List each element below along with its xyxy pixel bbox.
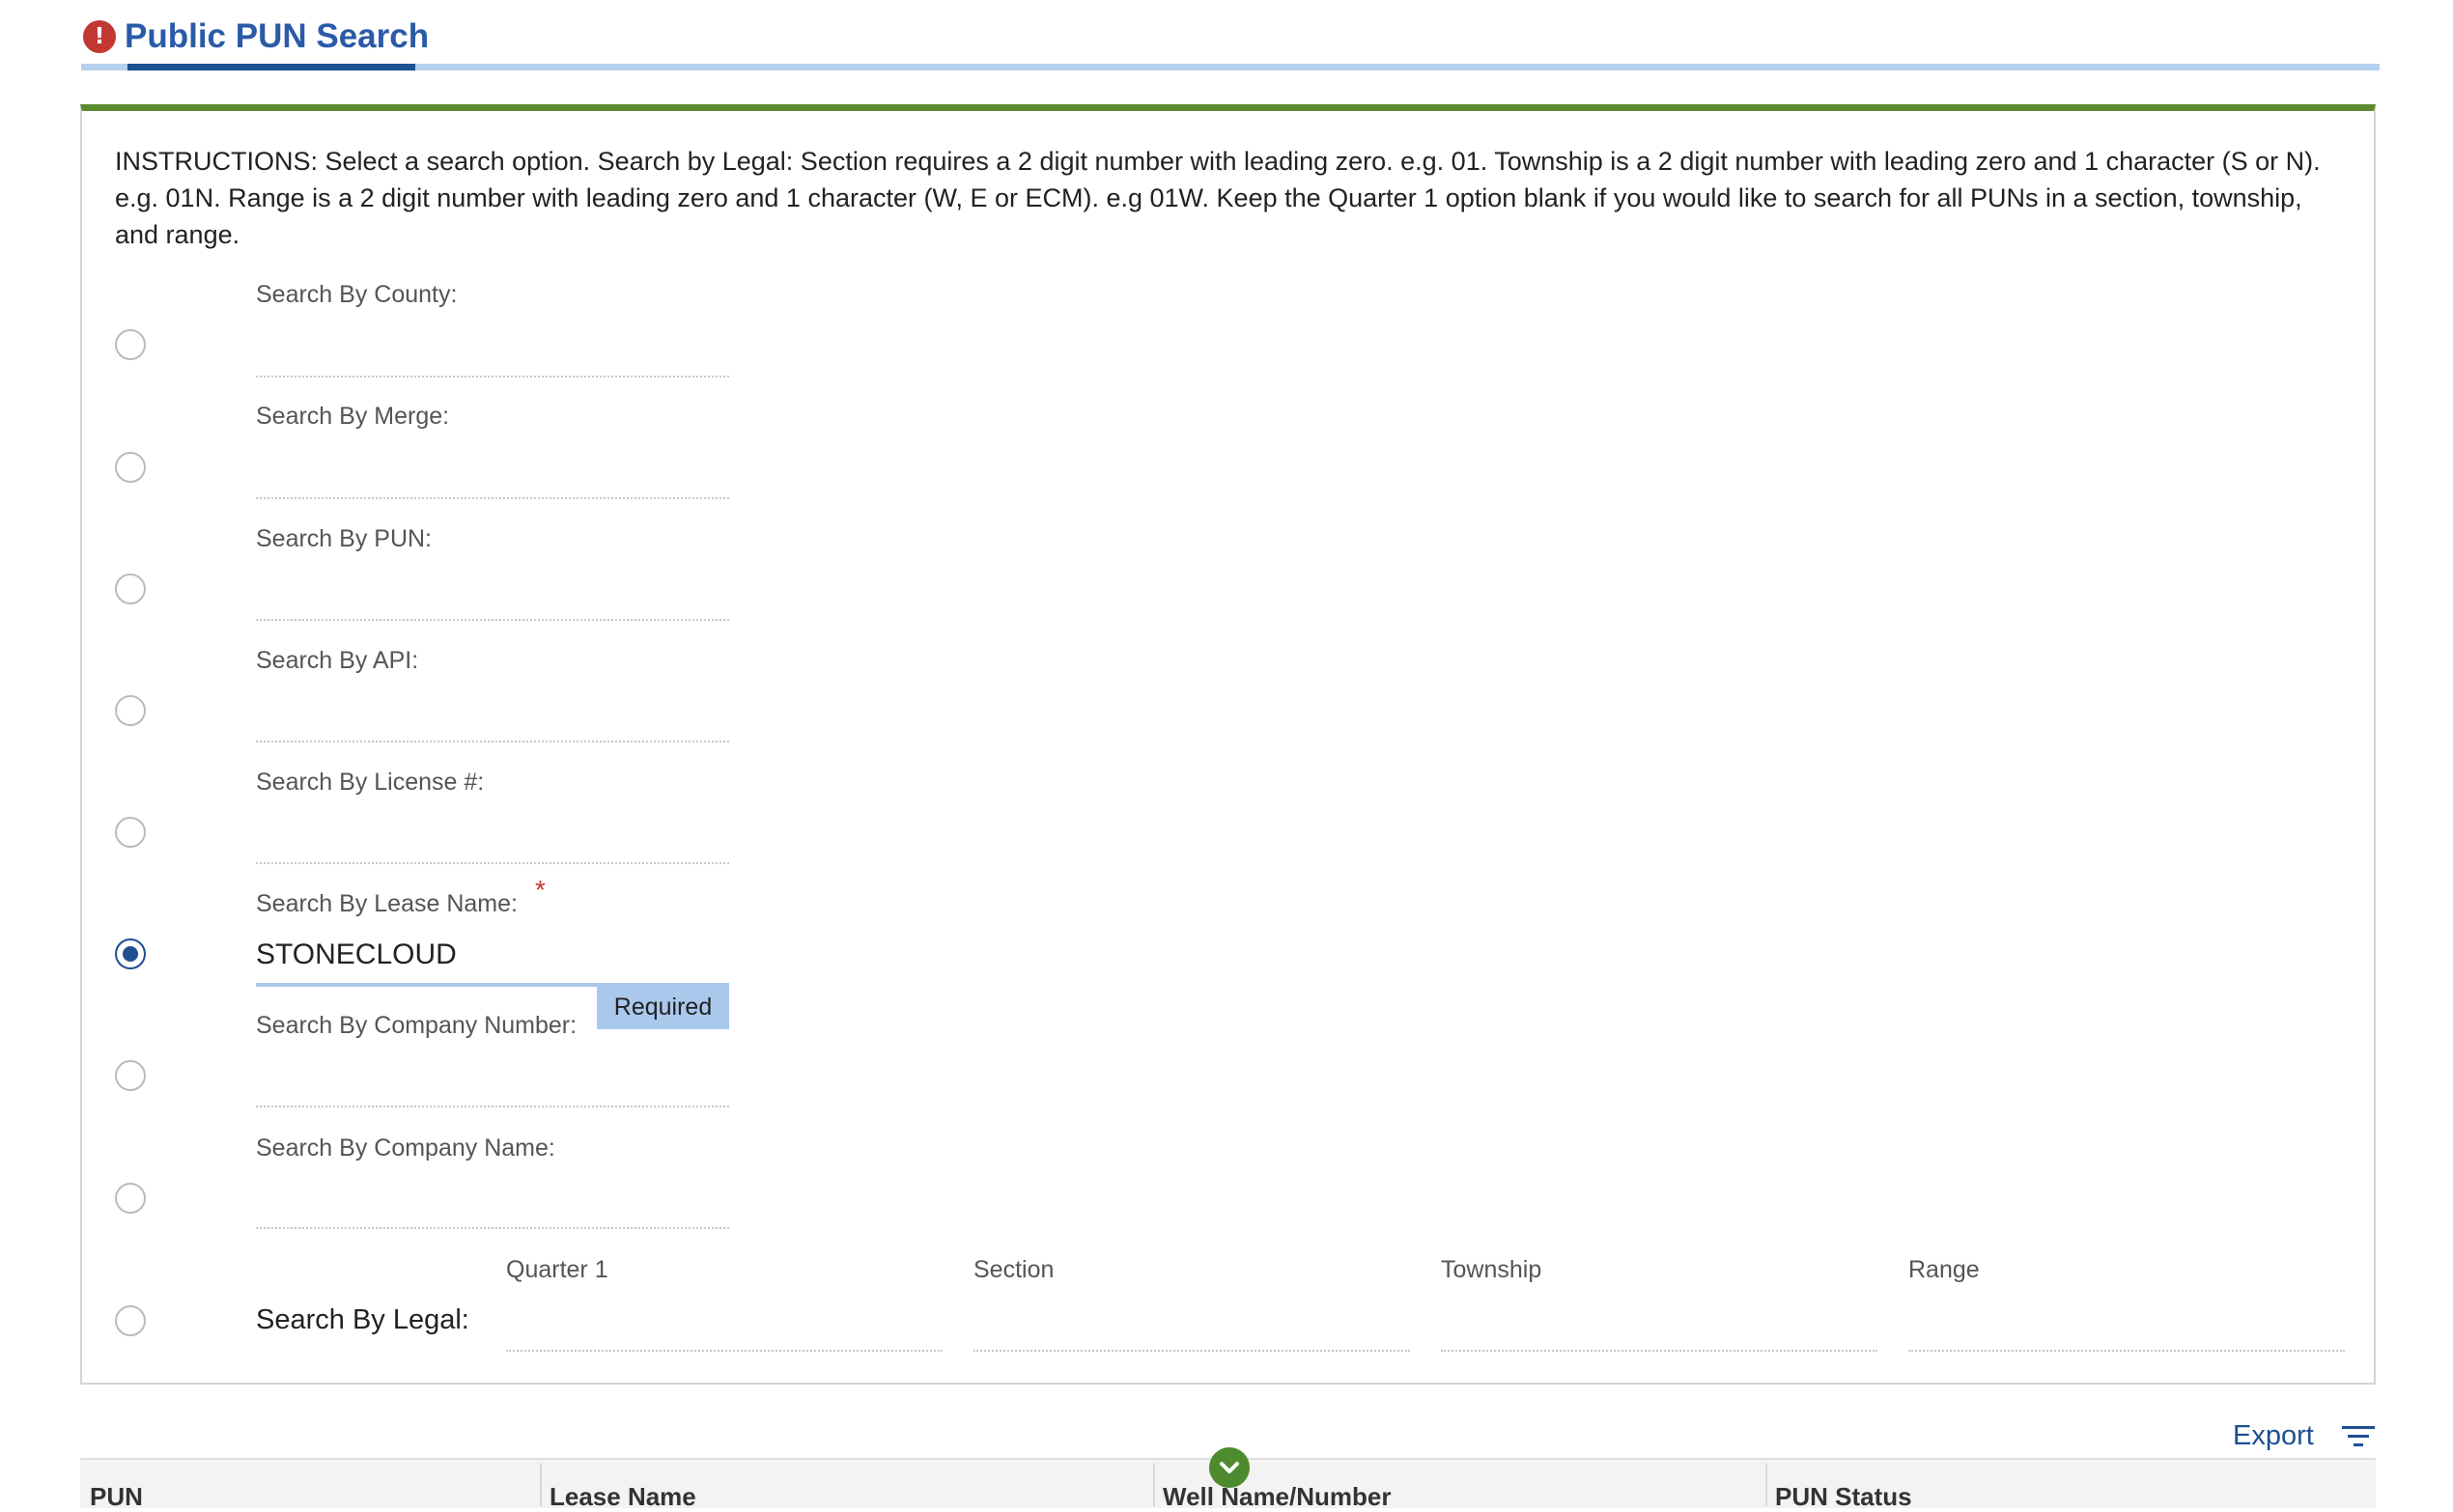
column-divider[interactable] bbox=[1765, 1464, 1767, 1506]
required-badge: Required bbox=[597, 985, 729, 1029]
radio-company-name[interactable] bbox=[115, 1183, 146, 1214]
county-input[interactable] bbox=[256, 343, 729, 378]
company-number-label: Search By Company Number: bbox=[256, 1012, 578, 1039]
legal-label: Search By Legal: bbox=[256, 1304, 469, 1335]
api-label: Search By API: bbox=[256, 647, 419, 674]
radio-county[interactable] bbox=[115, 329, 146, 360]
section-input[interactable] bbox=[973, 1317, 1410, 1352]
column-divider[interactable] bbox=[540, 1464, 542, 1506]
license-label: Search By License #: bbox=[256, 769, 485, 796]
radio-pun[interactable] bbox=[115, 574, 146, 604]
license-input[interactable] bbox=[256, 829, 729, 864]
filter-icon[interactable] bbox=[2341, 1423, 2376, 1450]
county-label: Search By County: bbox=[256, 281, 458, 308]
quarter1-input[interactable] bbox=[506, 1317, 943, 1352]
column-header-well-name[interactable]: Well Name/Number bbox=[1163, 1482, 1391, 1512]
company-name-input[interactable] bbox=[256, 1194, 729, 1229]
company-number-input[interactable] bbox=[256, 1073, 729, 1107]
column-divider[interactable] bbox=[1153, 1464, 1155, 1506]
range-input[interactable] bbox=[1908, 1317, 2345, 1352]
merge-label: Search By Merge: bbox=[256, 403, 450, 430]
tab-active-indicator bbox=[127, 64, 415, 70]
radio-merge[interactable] bbox=[115, 452, 146, 483]
lease-name-label: Search By Lease Name: bbox=[256, 890, 518, 917]
page-title[interactable]: Public PUN Search bbox=[125, 15, 429, 58]
radio-lease-name[interactable] bbox=[115, 938, 146, 969]
tab-bar-line bbox=[81, 64, 2380, 70]
api-input[interactable] bbox=[256, 708, 729, 742]
range-label: Range bbox=[1908, 1256, 1980, 1283]
lease-name-input[interactable]: STONECLOUD bbox=[256, 938, 457, 972]
company-name-label: Search By Company Name: bbox=[256, 1134, 555, 1162]
radio-api[interactable] bbox=[115, 695, 146, 726]
radio-license[interactable] bbox=[115, 817, 146, 848]
quarter1-label: Quarter 1 bbox=[506, 1256, 608, 1283]
pun-input[interactable] bbox=[256, 586, 729, 621]
merge-input[interactable] bbox=[256, 464, 729, 499]
chevron-down-icon bbox=[1220, 1462, 1239, 1473]
township-input[interactable] bbox=[1441, 1317, 1877, 1352]
radio-legal[interactable] bbox=[115, 1305, 146, 1336]
column-header-lease-name[interactable]: Lease Name bbox=[550, 1482, 696, 1512]
pun-label: Search By PUN: bbox=[256, 525, 433, 552]
township-label: Township bbox=[1441, 1256, 1542, 1283]
column-header-pun-status[interactable]: PUN Status bbox=[1775, 1482, 1912, 1512]
instructions-text: INSTRUCTIONS: Select a search option. Se… bbox=[115, 147, 2321, 249]
required-marker: * bbox=[535, 875, 546, 905]
column-header-pun[interactable]: PUN bbox=[90, 1482, 143, 1512]
radio-company-number[interactable] bbox=[115, 1060, 146, 1091]
section-label: Section bbox=[973, 1256, 1055, 1283]
alert-icon: ! bbox=[83, 20, 116, 53]
export-button[interactable]: Export bbox=[2233, 1420, 2314, 1452]
collapse-toggle-button[interactable] bbox=[1209, 1447, 1250, 1488]
